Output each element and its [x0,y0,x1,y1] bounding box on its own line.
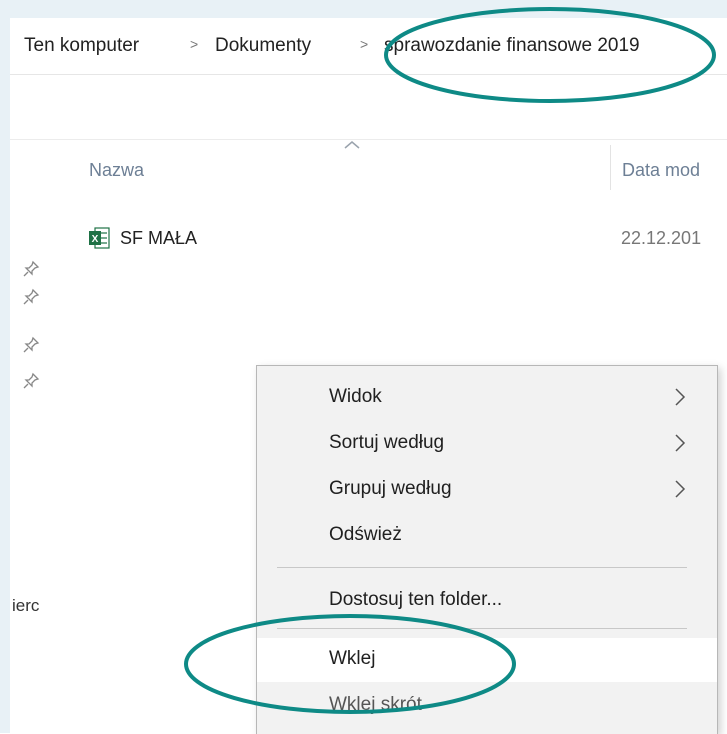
chevron-right-icon [675,388,686,406]
chevron-right-icon [675,434,686,452]
menu-item-label: Widok [329,386,382,407]
column-header-name[interactable]: Nazwa [89,160,144,181]
breadcrumb-separator: > [190,36,199,52]
menu-item-label: Wklej [329,648,376,669]
svg-text:X: X [92,234,99,245]
menu-item-label: Wklej skrót [329,694,422,715]
address-bar[interactable]: Ten komputer > Dokumenty > sprawozdanie … [10,18,727,75]
sort-ascending-icon[interactable] [343,140,361,150]
menu-item-label: Grupuj według [329,478,452,499]
menu-item-label: Sortuj według [329,432,445,453]
menu-item-grupuj[interactable]: Grupuj według [257,468,717,512]
breadcrumb-item-folder[interactable]: sprawozdanie finansowe 2019 [384,35,640,57]
chevron-right-icon [675,480,686,498]
pin-icon[interactable] [22,288,40,306]
pin-icon[interactable] [22,336,40,354]
pin-icon[interactable] [22,260,40,278]
column-divider[interactable] [610,145,611,190]
menu-item-wklej[interactable]: Wklej [257,638,717,682]
context-menu: Widok Sortuj według Grupuj według Odświe… [256,365,718,734]
menu-item-sortuj[interactable]: Sortuj według [257,422,717,466]
breadcrumb-item-computer[interactable]: Ten komputer [24,35,139,57]
nav-pane-item-partial[interactable]: ierc [12,596,39,616]
toolbar-row [10,75,727,140]
file-date: 22.12.201 [621,228,702,248]
column-header-date[interactable]: Data mod [622,160,700,181]
menu-item-widok[interactable]: Widok [257,376,717,420]
file-name: SF MAŁA [120,228,198,248]
menu-separator [277,567,687,568]
breadcrumb-separator: > [360,36,369,52]
menu-item-label: Dostosuj ten folder... [329,589,503,610]
menu-item-wklej-skrot[interactable]: Wklej skrót [257,684,717,728]
excel-file-icon: X [89,227,110,249]
file-row[interactable]: X SF MAŁA 22.12.201 [80,223,727,257]
menu-item-odswiez[interactable]: Odśwież [257,514,717,558]
menu-item-label: Odśwież [329,524,402,545]
menu-separator [277,628,687,629]
menu-item-dostosuj[interactable]: Dostosuj ten folder... [257,579,717,623]
pin-icon[interactable] [22,372,40,390]
breadcrumb-item-documents[interactable]: Dokumenty [215,35,311,57]
